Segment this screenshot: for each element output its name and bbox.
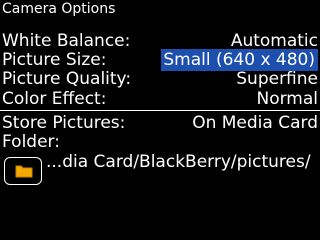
option-row-color-effect[interactable]: Color Effect: Normal xyxy=(2,88,318,110)
option-row-picture-quality[interactable]: Picture Quality: Superfine xyxy=(2,68,318,90)
folder-row: Folder: xyxy=(2,131,318,153)
folder-path[interactable]: ...dia Card/BlackBerry/pictures/ xyxy=(46,151,311,173)
picture-quality-value[interactable]: Superfine xyxy=(236,68,318,90)
section-divider xyxy=(0,110,320,111)
color-effect-value[interactable]: Normal xyxy=(256,88,318,110)
color-effect-label: Color Effect: xyxy=(2,89,107,109)
picture-quality-label: Picture Quality: xyxy=(2,69,132,89)
screen-title: Camera Options xyxy=(2,1,116,17)
folder-label: Folder: xyxy=(2,132,60,152)
folder-browse-button[interactable] xyxy=(4,157,42,185)
folder-icon xyxy=(15,165,33,178)
